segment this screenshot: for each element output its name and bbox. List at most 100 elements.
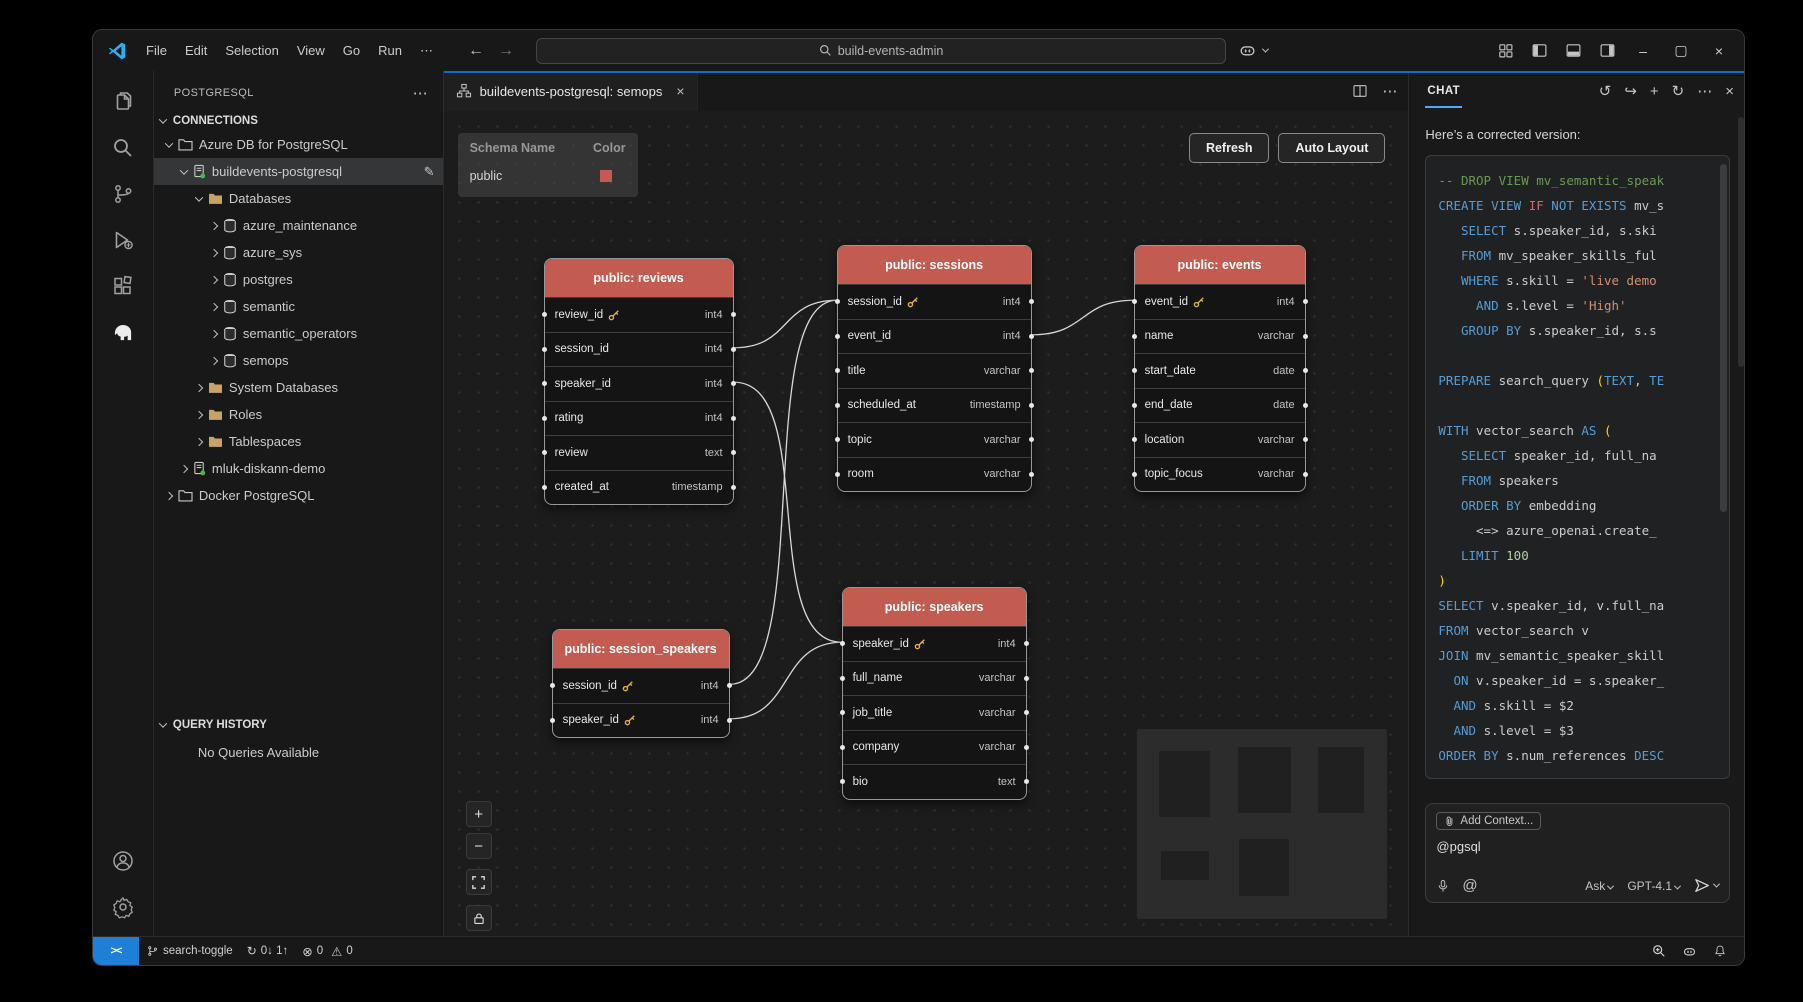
sidebar-item-databases[interactable]: Databases — [154, 185, 443, 212]
close-button[interactable]: × — [1702, 30, 1736, 71]
sidebar-item-semantic[interactable]: semantic — [154, 293, 443, 320]
sidebar-item-mluk-diskann-demo[interactable]: mluk-diskann-demo — [154, 455, 443, 482]
connection-handle[interactable] — [1132, 334, 1137, 339]
menu-item-view[interactable]: View — [288, 38, 334, 64]
table-column-created_at[interactable]: created_attimestamp — [545, 470, 733, 505]
table-column-review_id[interactable]: review_idint4 — [545, 297, 733, 332]
add-context-button[interactable]: Add Context... — [1436, 812, 1541, 830]
connection-handle[interactable] — [542, 450, 547, 455]
connection-handle[interactable] — [731, 347, 736, 352]
connection-handle[interactable] — [835, 437, 840, 442]
table-column-title[interactable]: titlevarchar — [838, 353, 1031, 388]
postgresql-view-icon[interactable] — [99, 309, 147, 355]
diagram-minimap[interactable] — [1137, 729, 1387, 919]
connection-handle[interactable] — [731, 450, 736, 455]
undo-icon[interactable]: ↺ — [1599, 82, 1612, 100]
command-center-search[interactable]: build-events-admin — [536, 38, 1226, 64]
redo-icon[interactable]: ↪ — [1624, 82, 1637, 100]
table-column-speaker_id[interactable]: speaker_idint4 — [843, 626, 1026, 661]
toggle-panel-button[interactable] — [1558, 37, 1588, 65]
code-scrollbar[interactable] — [1720, 164, 1727, 512]
connection-handle[interactable] — [1024, 779, 1029, 784]
chat-input-value[interactable]: @pgsql — [1436, 839, 1719, 854]
search-view-icon[interactable] — [99, 125, 147, 171]
connection-handle[interactable] — [1132, 368, 1137, 373]
table-column-topic[interactable]: topicvarchar — [838, 422, 1031, 457]
sidebar-item-roles[interactable]: Roles — [154, 401, 443, 428]
table-column-event_id[interactable]: event_idint4 — [838, 319, 1031, 354]
connection-handle[interactable] — [1303, 403, 1308, 408]
table-header[interactable]: public: sessions — [838, 246, 1031, 284]
connection-handle[interactable] — [1132, 403, 1137, 408]
new-chat-icon[interactable]: + — [1650, 83, 1659, 100]
sidebar-item-postgres[interactable]: postgres — [154, 266, 443, 293]
table-column-company[interactable]: companyvarchar — [843, 730, 1026, 765]
connection-handle[interactable] — [1303, 299, 1308, 304]
connection-handle[interactable] — [840, 745, 845, 750]
chat-history-icon[interactable]: ↻ — [1672, 82, 1685, 100]
chat-close-icon[interactable]: × — [1725, 83, 1734, 100]
tab-schema-diagram[interactable]: buildevents-postgresql: semops × — [444, 71, 698, 111]
er-diagram-canvas[interactable]: Schema Name Color public Refresh Auto La… — [444, 111, 1409, 936]
relationship-edge-session_speakers.session_id-sessions.session_id[interactable] — [730, 300, 837, 684]
mention-icon[interactable]: @ — [1462, 877, 1477, 894]
account-icon[interactable] — [99, 838, 147, 884]
connections-section-header[interactable]: CONNECTIONS — [154, 111, 443, 131]
extensions-icon[interactable] — [99, 263, 147, 309]
table-header[interactable]: public: events — [1135, 246, 1305, 284]
connection-handle[interactable] — [550, 718, 555, 723]
table-column-topic_focus[interactable]: topic_focusvarchar — [1135, 457, 1305, 492]
chat-scrollbar[interactable] — [1738, 117, 1744, 367]
table-column-event_id[interactable]: event_idint4 — [1135, 284, 1305, 319]
menu-item-run[interactable]: Run — [369, 38, 411, 64]
connection-handle[interactable] — [1303, 334, 1308, 339]
toggle-primary-sidebar-button[interactable] — [1524, 37, 1554, 65]
connection-handle[interactable] — [727, 683, 732, 688]
menu-item-go[interactable]: Go — [334, 38, 369, 64]
table-column-room[interactable]: roomvarchar — [838, 457, 1031, 492]
connection-handle[interactable] — [542, 416, 547, 421]
connection-handle[interactable] — [840, 779, 845, 784]
table-header[interactable]: public: session_speakers — [553, 630, 729, 668]
remote-indicator[interactable]: >< — [93, 937, 139, 965]
connection-handle[interactable] — [840, 676, 845, 681]
connection-handle[interactable] — [1024, 745, 1029, 750]
maximize-button[interactable]: ▢ — [1664, 30, 1698, 71]
connection-handle[interactable] — [1029, 299, 1034, 304]
sidebar-item-azure-sys[interactable]: azure_sys — [154, 239, 443, 266]
table-column-location[interactable]: locationvarchar — [1135, 422, 1305, 457]
connection-handle[interactable] — [840, 710, 845, 715]
auto-layout-button[interactable]: Auto Layout — [1278, 133, 1385, 163]
zoom-in-button[interactable]: + — [466, 801, 492, 827]
lock-button[interactable] — [466, 905, 492, 931]
table-node-reviews[interactable]: public: reviewsreview_idint4session_idin… — [544, 258, 734, 505]
connection-handle[interactable] — [1303, 437, 1308, 442]
chat-tab[interactable]: CHAT — [1425, 74, 1462, 108]
connection-handle[interactable] — [1029, 334, 1034, 339]
chat-more-icon[interactable]: ⋯ — [1697, 82, 1712, 100]
settings-gear-icon[interactable] — [99, 884, 147, 930]
connection-handle[interactable] — [1029, 472, 1034, 477]
connection-handle[interactable] — [1303, 368, 1308, 373]
relationship-edge-session_speakers.speaker_id-speakers.speaker_id[interactable] — [730, 642, 842, 719]
connection-handle[interactable] — [542, 312, 547, 317]
table-column-name[interactable]: namevarchar — [1135, 319, 1305, 354]
sidebar-item-tablespaces[interactable]: Tablespaces — [154, 428, 443, 455]
connection-handle[interactable] — [1132, 299, 1137, 304]
mode-picker[interactable]: Ask — [1585, 879, 1613, 893]
mic-icon[interactable] — [1436, 878, 1450, 894]
sidebar-item-azure-maintenance[interactable]: azure_maintenance — [154, 212, 443, 239]
connection-handle[interactable] — [835, 299, 840, 304]
table-column-start_date[interactable]: start_datedate — [1135, 353, 1305, 388]
connection-handle[interactable] — [1029, 437, 1034, 442]
chat-input-box[interactable]: Add Context... @pgsql @ Ask GPT-4.1 — [1425, 803, 1730, 903]
copilot-status-icon[interactable] — [1675, 944, 1704, 959]
table-column-session_id[interactable]: session_idint4 — [545, 332, 733, 367]
connection-handle[interactable] — [1024, 676, 1029, 681]
table-column-end_date[interactable]: end_datedate — [1135, 388, 1305, 423]
connection-handle[interactable] — [731, 381, 736, 386]
toggle-secondary-sidebar-button[interactable] — [1592, 37, 1622, 65]
problems-item[interactable]: ⊗ 0 ⚠ 0 — [295, 937, 360, 965]
connection-handle[interactable] — [1024, 710, 1029, 715]
connection-handle[interactable] — [840, 641, 845, 646]
